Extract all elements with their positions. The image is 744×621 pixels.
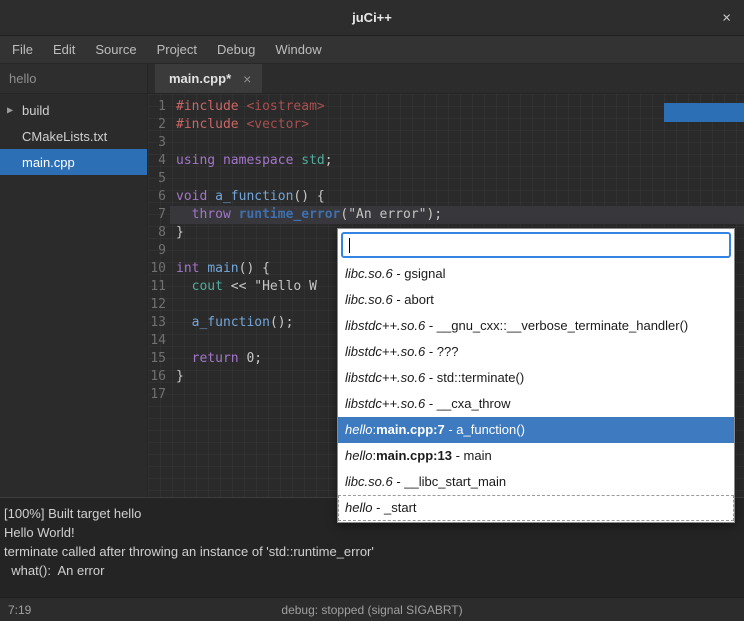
titlebar[interactable]: juCi++ × <box>0 0 744 36</box>
code-line-4[interactable]: using namespace std; <box>170 152 744 170</box>
menu-item-edit[interactable]: Edit <box>43 36 85 63</box>
code-line-2[interactable]: #include <vector> <box>170 116 744 134</box>
statusbar: 7:19 debug: stopped (signal SIGABRT) <box>0 597 744 621</box>
line-number: 8 <box>148 224 166 242</box>
expander-icon[interactable]: ▶ <box>7 106 13 115</box>
stack-frame-item[interactable]: hello:main.cpp:13 - main <box>338 443 734 469</box>
line-number: 10 <box>148 260 166 278</box>
stack-search-input[interactable] <box>341 232 731 258</box>
line-number: 6 <box>148 188 166 206</box>
tab-main-cpp[interactable]: main.cpp* × <box>155 64 262 93</box>
tab-close-icon[interactable]: × <box>243 71 251 87</box>
console-line: Hello World! <box>4 523 744 542</box>
tab-label: main.cpp* <box>169 71 231 86</box>
code-line-1[interactable]: #include <iostream> <box>170 98 744 116</box>
console-line: terminate called after throwing an insta… <box>4 542 744 561</box>
window-title: juCi++ <box>352 10 392 25</box>
line-number: 15 <box>148 350 166 368</box>
tree-item-label: main.cpp <box>22 155 75 170</box>
line-number: 2 <box>148 116 166 134</box>
menu-item-project[interactable]: Project <box>147 36 207 63</box>
project-header: hello <box>0 64 147 94</box>
debug-status: debug: stopped (signal SIGABRT) <box>0 603 744 617</box>
menu-item-source[interactable]: Source <box>85 36 146 63</box>
line-number: 3 <box>148 134 166 152</box>
line-number: 4 <box>148 152 166 170</box>
line-number: 14 <box>148 332 166 350</box>
stack-frame-popup: libc.so.6 - gsignallibc.so.6 - abortlibs… <box>337 228 735 523</box>
stack-frame-item[interactable]: libstdc++.so.6 - __gnu_cxx::__verbose_te… <box>338 313 734 339</box>
line-number: 12 <box>148 296 166 314</box>
stack-frame-item[interactable]: libc.so.6 - __libc_start_main <box>338 469 734 495</box>
cursor-position: 7:19 <box>0 603 31 617</box>
line-number: 16 <box>148 368 166 386</box>
console-line: what(): An error <box>4 561 744 580</box>
line-number-gutter: 1234567891011121314151617 <box>148 94 170 497</box>
sidebar: hello ▶ build CMakeLists.txt main.cpp <box>0 64 148 497</box>
app-window: juCi++ × FileEditSourceProjectDebugWindo… <box>0 0 744 621</box>
stack-frame-item[interactable]: libc.so.6 - gsignal <box>338 261 734 287</box>
stack-frame-list: libc.so.6 - gsignallibc.so.6 - abortlibs… <box>338 261 734 522</box>
menu-item-file[interactable]: File <box>2 36 43 63</box>
menu-item-window[interactable]: Window <box>265 36 331 63</box>
menu-item-debug[interactable]: Debug <box>207 36 265 63</box>
line-number: 9 <box>148 242 166 260</box>
line-number: 17 <box>148 386 166 404</box>
stack-frame-item[interactable]: hello:main.cpp:7 - a_function() <box>338 417 734 443</box>
tree-item-label: build <box>22 103 49 118</box>
stack-frame-item[interactable]: libstdc++.so.6 - ??? <box>338 339 734 365</box>
stack-frame-item[interactable]: libstdc++.so.6 - __cxa_throw <box>338 391 734 417</box>
scrollbar-thumb[interactable] <box>664 103 744 122</box>
tree-item-build[interactable]: ▶ build <box>0 97 147 123</box>
stack-frame-item[interactable]: libc.so.6 - abort <box>338 287 734 313</box>
close-icon[interactable]: × <box>722 9 731 26</box>
menubar: FileEditSourceProjectDebugWindow <box>0 36 744 64</box>
code-line-6[interactable]: void a_function() { <box>170 188 744 206</box>
line-number: 11 <box>148 278 166 296</box>
text-caret <box>349 238 350 253</box>
tree-item-cmakelists-txt[interactable]: CMakeLists.txt <box>0 123 147 149</box>
line-number: 1 <box>148 98 166 116</box>
line-number: 5 <box>148 170 166 188</box>
tree-item-label: CMakeLists.txt <box>22 129 107 144</box>
file-tree: ▶ build CMakeLists.txt main.cpp <box>0 94 147 175</box>
tabbar: main.cpp* × <box>148 64 744 94</box>
code-line-5[interactable] <box>170 170 744 188</box>
line-number: 7 <box>148 206 166 224</box>
stack-frame-item[interactable]: hello - _start <box>338 495 734 521</box>
stack-frame-item[interactable]: libstdc++.so.6 - std::terminate() <box>338 365 734 391</box>
line-number: 13 <box>148 314 166 332</box>
code-line-7[interactable]: throw runtime_error("An error"); <box>170 206 744 224</box>
tree-item-main-cpp[interactable]: main.cpp <box>0 149 147 175</box>
code-line-3[interactable] <box>170 134 744 152</box>
